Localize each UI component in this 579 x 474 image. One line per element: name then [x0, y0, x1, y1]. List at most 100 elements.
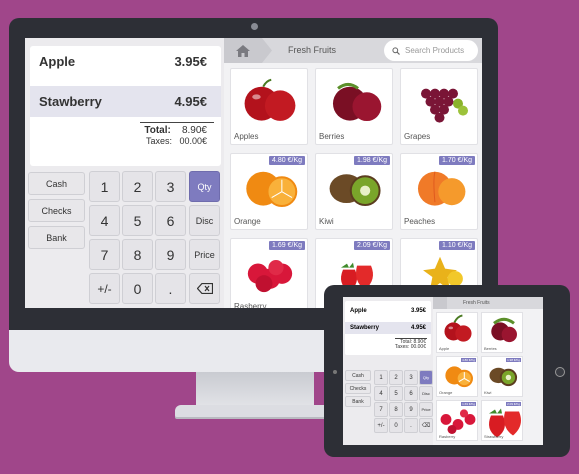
order-line-stawberry[interactable]: Stawberry 4.95€	[30, 86, 221, 117]
numpad-key-9[interactable]: 9	[155, 239, 186, 270]
tablet-numpad-key[interactable]: 5	[389, 386, 403, 401]
monitor-base	[175, 405, 335, 417]
tablet-numpad-key[interactable]: 2	[389, 370, 403, 385]
order-summary: Apple 3.95€ Stawberry 4.95€ Total: 8.90€…	[30, 46, 221, 166]
product-price-badge: 4.80 €/Kg	[269, 156, 305, 165]
tablet-mode-price-button[interactable]: Price	[419, 402, 433, 417]
order-line-price: 4.95€	[174, 94, 207, 109]
tablet-backspace-button[interactable]: ⌫	[419, 418, 433, 433]
product-name: Grapes	[404, 132, 431, 141]
tablet-order-line-name: Apple	[350, 308, 367, 314]
tablet-numpad-key[interactable]: 6	[404, 386, 418, 401]
tablet-order-line-price: 3.95€	[410, 308, 426, 314]
backspace-icon	[196, 283, 213, 294]
tablet-numpad-key[interactable]: .	[404, 418, 418, 433]
tablet-numpad-key[interactable]: 3	[404, 370, 418, 385]
tablet-mode-qty-button[interactable]: Qty	[419, 370, 433, 385]
pos-screen: Apple 3.95€ Stawberry 4.95€ Total: 8.90€…	[25, 38, 482, 308]
tablet-product-name: Orange	[439, 390, 453, 395]
order-panel: Apple 3.95€ Stawberry 4.95€ Total: 8.90€…	[25, 38, 224, 308]
product-card-apples[interactable]: Apples	[230, 68, 308, 145]
tablet-price-badge: 1.98 €/Kg	[506, 358, 521, 362]
product-card-kiwi[interactable]: 1.98 €/Kg Kiwi	[315, 153, 393, 230]
product-name: Kiwi	[319, 217, 334, 226]
tablet-product-name: Apple	[439, 346, 450, 351]
mode-disc-button[interactable]: Disc	[189, 205, 220, 236]
tablet-product-card[interactable]: 2.09 €/Kg Strawberry	[481, 400, 523, 441]
tablet-catalog-header: Fresh Fruits	[433, 297, 543, 309]
numpad-key-2[interactable]: 2	[122, 171, 153, 202]
order-totals: Total: 8.90€ Taxes: 00.00€	[144, 125, 207, 147]
payment-bank-button[interactable]: Bank	[28, 226, 85, 249]
product-card-orange[interactable]: 4.80 €/Kg Orange	[230, 153, 308, 230]
tablet-numpad-key[interactable]: 9	[404, 402, 418, 417]
tablet-taxes-label: Taxes:	[394, 344, 410, 350]
tablet-numpad-key[interactable]: +/-	[374, 418, 388, 433]
search-input[interactable]: Search Products	[384, 40, 478, 61]
tablet-order-line[interactable]: Apple 3.95€	[345, 305, 431, 317]
monitor-stand	[196, 372, 314, 408]
numpad-key-1[interactable]: 1	[89, 171, 120, 202]
tablet-product-card[interactable]: Apple	[436, 312, 478, 353]
tablet-totals: Total: 8.90€ Taxes: 00.00€	[395, 340, 426, 350]
numpad-key-0[interactable]: 0	[122, 273, 153, 304]
order-line-apple[interactable]: Apple 3.95€	[30, 46, 221, 77]
tablet-order-line-name: Stawberry	[350, 325, 380, 331]
tablet-payment-bank-button[interactable]: Bank	[345, 396, 371, 407]
tablet-payment-checks-button[interactable]: Checks	[345, 383, 371, 394]
tablet-product-card[interactable]: Berries	[481, 312, 523, 353]
numpad-key-3[interactable]: 3	[155, 171, 186, 202]
product-name: Orange	[234, 217, 261, 226]
tablet-product-card[interactable]: 1.69 €/Kg Rasberry	[436, 400, 478, 441]
product-card-rasberry[interactable]: 1.69 €/Kg Rasberry	[230, 238, 308, 308]
tablet-screen: Apple 3.95€ Stawberry 4.95€ Total: 8.90€ T…	[343, 297, 543, 445]
tablet-mode-disc-button[interactable]: Disc	[419, 386, 433, 401]
tablet-product-panel: Fresh Fruits Apple Berries 4.80 €/Kg Orange…	[433, 297, 543, 445]
tablet-product-card[interactable]: 1.98 €/Kg Kiwi	[481, 356, 523, 397]
payment-cash-button[interactable]: Cash	[28, 172, 85, 195]
tablet-numpad-key[interactable]: 7	[374, 402, 388, 417]
tablet-order-line[interactable]: Stawberry 4.95€	[345, 322, 431, 334]
tablet-numpad-key[interactable]: 1	[374, 370, 388, 385]
payment-checks-button[interactable]: Checks	[28, 199, 85, 222]
mode-price-button[interactable]: Price	[189, 239, 220, 270]
mode-qty-button[interactable]: Qty	[189, 171, 220, 202]
search-icon	[392, 46, 400, 55]
home-button[interactable]	[224, 38, 262, 63]
product-card-peaches[interactable]: 1.70 €/Kg Peaches	[400, 153, 478, 230]
numpad-key-5[interactable]: 5	[122, 205, 153, 236]
tablet-product-name: Berries	[484, 346, 497, 351]
tablet-home-icon[interactable]	[433, 297, 447, 309]
product-price-badge: 1.10 €/Kg	[439, 241, 475, 250]
search-placeholder: Search Products	[405, 46, 465, 55]
product-name: Berries	[319, 132, 345, 141]
product-price-badge: 1.70 €/Kg	[439, 156, 475, 165]
order-line-price: 3.95€	[174, 54, 207, 69]
breadcrumb-category[interactable]: Fresh Fruits	[288, 45, 336, 55]
tablet-payment-cash-button[interactable]: Cash	[345, 370, 371, 381]
numpad-key-6[interactable]: 6	[155, 205, 186, 236]
product-card-berries[interactable]: Berries	[315, 68, 393, 145]
product-card-grapes[interactable]: Grapes	[400, 68, 478, 145]
total-label: Total:	[144, 125, 171, 136]
taxes-value: 00.00€	[179, 136, 207, 146]
tablet-numpad-key[interactable]: 0	[389, 418, 403, 433]
tablet-order-summary: Apple 3.95€ Stawberry 4.95€ Total: 8.90€ T…	[345, 301, 431, 355]
backspace-button[interactable]	[189, 273, 220, 304]
order-line-name: Stawberry	[39, 94, 102, 109]
tablet-product-name: Strawberry	[484, 434, 504, 439]
tablet-numpad-key[interactable]: 4	[374, 386, 388, 401]
breadcrumb-chevron	[262, 38, 272, 63]
tablet-product-name: Rasberry	[439, 434, 456, 439]
tablet-product-card[interactable]: 4.80 €/Kg Orange	[436, 356, 478, 397]
numpad-key-7[interactable]: 7	[89, 239, 120, 270]
tablet-numpad-key[interactable]: 8	[389, 402, 403, 417]
numpad-key-4[interactable]: 4	[89, 205, 120, 236]
numpad-key-plus-minus[interactable]: +/-	[89, 273, 120, 304]
numpad-key-dot[interactable]: .	[155, 273, 186, 304]
numpad-key-8[interactable]: 8	[122, 239, 153, 270]
tablet-price-badge: 1.69 €/Kg	[461, 402, 476, 406]
tablet-breadcrumb[interactable]: Fresh Fruits	[463, 300, 490, 306]
product-name: Rasberry	[234, 302, 267, 308]
tablet-product-name: Kiwi	[484, 390, 492, 395]
